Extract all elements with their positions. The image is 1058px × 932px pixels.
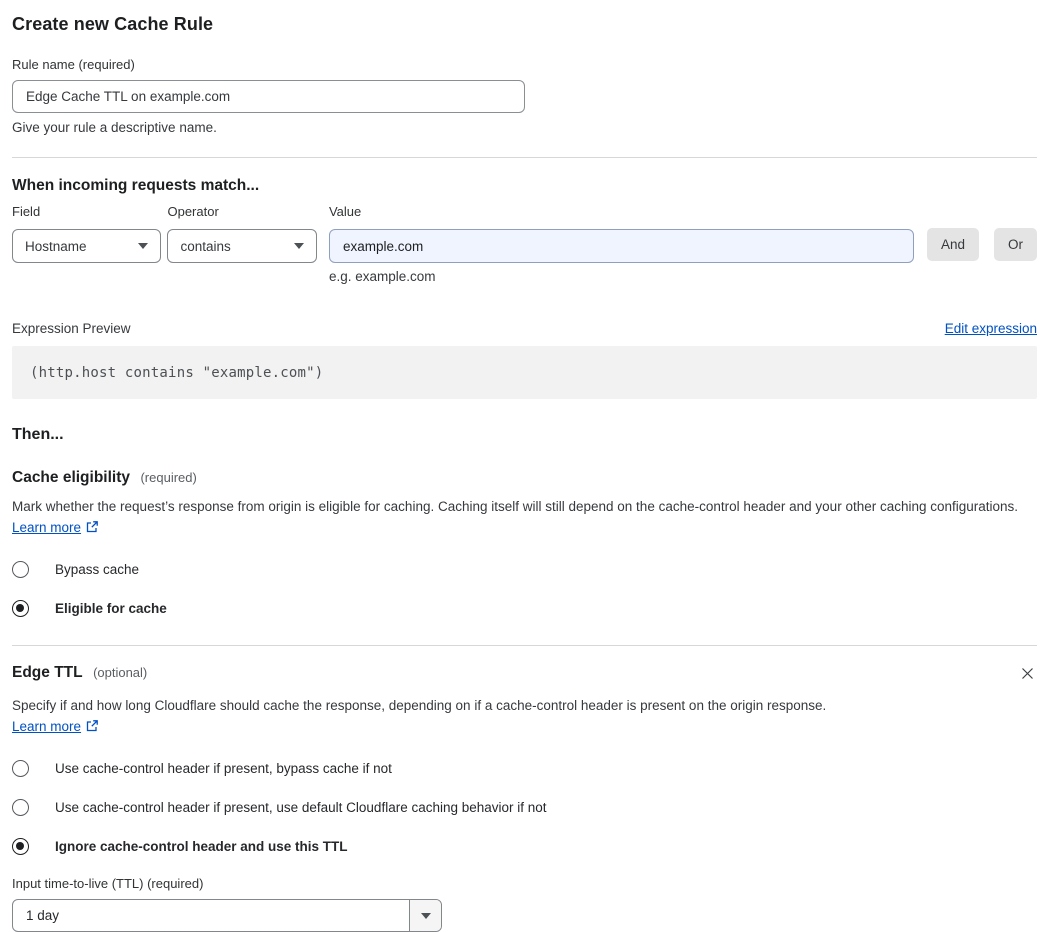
rule-name-help: Give your rule a descriptive name.: [12, 120, 217, 135]
edge-ttl-title: Edge TTL: [12, 664, 83, 681]
and-button[interactable]: And: [926, 228, 979, 261]
radio-option-use-header-default[interactable]: Use cache-control header if present, use…: [12, 799, 1037, 816]
cache-eligibility-title: Cache eligibility: [12, 469, 131, 486]
ttl-label: Input time-to-live (TTL) (required): [12, 876, 204, 891]
edge-ttl-qualifier: (optional): [93, 665, 148, 680]
expression-preview-code: (http.host contains "example.com"): [12, 346, 1037, 399]
ttl-select-arrow-button[interactable]: [409, 900, 441, 931]
ttl-select[interactable]: 1 day: [12, 899, 442, 932]
expression-preview-label: Expression Preview: [12, 321, 131, 336]
operator-label: Operator: [167, 204, 219, 219]
cache-eligibility-description: Mark whether the request’s response from…: [12, 496, 1037, 540]
radio-icon[interactable]: [12, 838, 29, 855]
radio-icon[interactable]: [12, 561, 29, 578]
divider: [12, 645, 1037, 646]
chevron-down-icon: [420, 912, 431, 919]
operator-select-value: contains: [180, 238, 231, 254]
learn-more-link[interactable]: Learn more: [12, 520, 81, 535]
close-icon: [1022, 668, 1033, 679]
edge-ttl-description: Specify if and how long Cloudflare shoul…: [12, 695, 857, 739]
learn-more-link[interactable]: Learn more: [12, 719, 81, 734]
or-button[interactable]: Or: [994, 228, 1037, 261]
chevron-down-icon: [293, 243, 304, 249]
cache-eligibility-qualifier: (required): [140, 470, 197, 485]
radio-option-use-header-bypass[interactable]: Use cache-control header if present, byp…: [12, 760, 1037, 777]
divider: [12, 157, 1037, 158]
edit-expression-link[interactable]: Edit expression: [945, 321, 1037, 336]
radio-icon[interactable]: [12, 799, 29, 816]
ttl-select-value: 1 day: [26, 908, 60, 923]
match-heading: When incoming requests match...: [12, 177, 260, 194]
radio-icon[interactable]: [12, 760, 29, 777]
field-select-value: Hostname: [25, 238, 87, 254]
field-label: Field: [12, 204, 41, 219]
rule-name-label: Rule name (required): [12, 57, 135, 72]
close-edge-ttl-button[interactable]: [1018, 664, 1037, 686]
value-input[interactable]: [328, 229, 914, 263]
chevron-down-icon: [138, 243, 149, 249]
radio-option-bypass-cache[interactable]: Bypass cache: [12, 561, 1037, 578]
then-heading: Then...: [12, 426, 64, 443]
field-select[interactable]: Hostname: [12, 229, 162, 263]
external-link-icon: [85, 519, 99, 540]
value-label: Value: [328, 204, 362, 219]
radio-option-eligible-for-cache[interactable]: Eligible for cache: [12, 600, 1037, 617]
create-cache-rule-form: Create new Cache Rule Rule name (require…: [0, 0, 1058, 932]
value-help: e.g. example.com: [328, 269, 436, 284]
radio-option-ignore-header-ttl[interactable]: Ignore cache-control header and use this…: [12, 838, 1037, 855]
external-link-icon: [85, 718, 99, 739]
page-title: Create new Cache Rule: [12, 14, 214, 34]
rule-name-input[interactable]: [12, 80, 525, 113]
operator-select[interactable]: contains: [167, 229, 317, 263]
radio-icon[interactable]: [12, 600, 29, 617]
expression-builder-row: Field Hostname Operator contains Value e…: [12, 204, 1037, 284]
